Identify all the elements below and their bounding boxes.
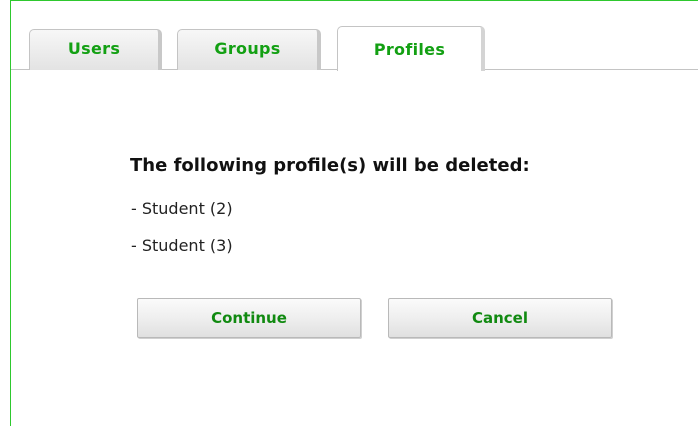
tab-groups[interactable]: Groups [177,29,321,70]
tab-profiles[interactable]: Profiles [337,26,485,71]
delete-confirmation-heading: The following profile(s) will be deleted… [130,155,530,176]
tab-baseline [485,69,698,70]
profile-list-item: - Student (3) [131,236,233,255]
profile-list-item: - Student (2) [131,199,233,218]
cancel-button[interactable]: Cancel [388,298,612,338]
content-frame: Users Groups Profiles The following prof… [10,0,698,426]
tab-users[interactable]: Users [29,29,162,70]
continue-button[interactable]: Continue [137,298,361,338]
